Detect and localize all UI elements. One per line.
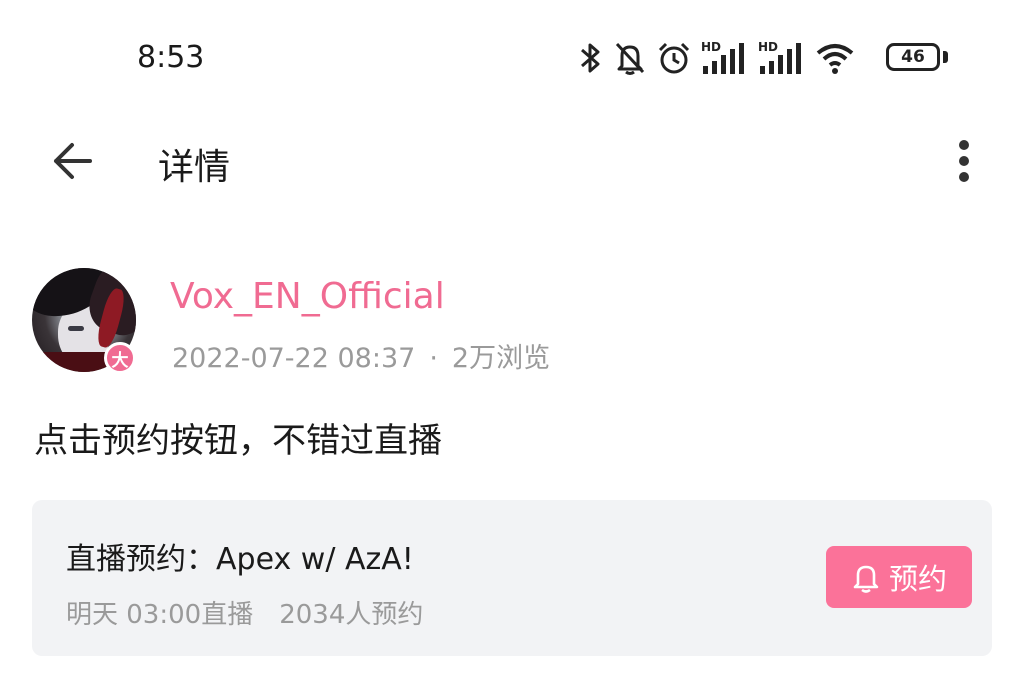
alarm-icon xyxy=(658,42,690,74)
signal-hd-icon: HD xyxy=(758,40,806,76)
vip-badge: 大 xyxy=(104,342,136,374)
battery-icon: 46 xyxy=(886,43,940,71)
status-time: 8:53 xyxy=(137,40,205,75)
author-name[interactable]: Vox_EN_Official xyxy=(170,276,445,317)
page-title: 详情 xyxy=(158,147,231,188)
post-text: 点击预约按钮，不错过直播 xyxy=(34,421,442,461)
reservation-info: 明天 03:00直播 2034人预约 xyxy=(66,594,423,631)
wifi-icon xyxy=(816,44,854,74)
reservation-title: 直播预约：Apex w/ AzA! xyxy=(66,542,414,577)
bell-icon xyxy=(853,565,879,593)
reserve-button-label: 预约 xyxy=(888,562,947,596)
view-count: 2万浏览 xyxy=(451,343,551,374)
signal-hd-icon: HD xyxy=(701,40,749,76)
reservation-count: 2034人预约 xyxy=(279,600,424,630)
reservation-time: 明天 03:00直播 xyxy=(66,600,254,630)
reservation-card[interactable]: 直播预约：Apex w/ AzA! 明天 03:00直播 2034人预约 预约 xyxy=(32,500,992,656)
battery-tip xyxy=(943,51,948,63)
back-arrow-icon xyxy=(54,143,92,179)
post-date: 2022-07-22 08:37 xyxy=(172,343,416,374)
back-button[interactable] xyxy=(46,135,98,187)
battery-level: 46 xyxy=(901,47,925,67)
reserve-button[interactable]: 预约 xyxy=(826,546,972,608)
status-icons: HD HD xyxy=(576,38,864,78)
meta-separator: · xyxy=(429,343,438,374)
post-meta: 2022-07-22 08:37 · 2万浏览 xyxy=(172,336,550,375)
mute-bell-icon xyxy=(615,42,645,75)
more-options-button[interactable] xyxy=(946,135,982,187)
bluetooth-icon xyxy=(581,43,600,73)
more-vertical-icon xyxy=(959,140,969,150)
